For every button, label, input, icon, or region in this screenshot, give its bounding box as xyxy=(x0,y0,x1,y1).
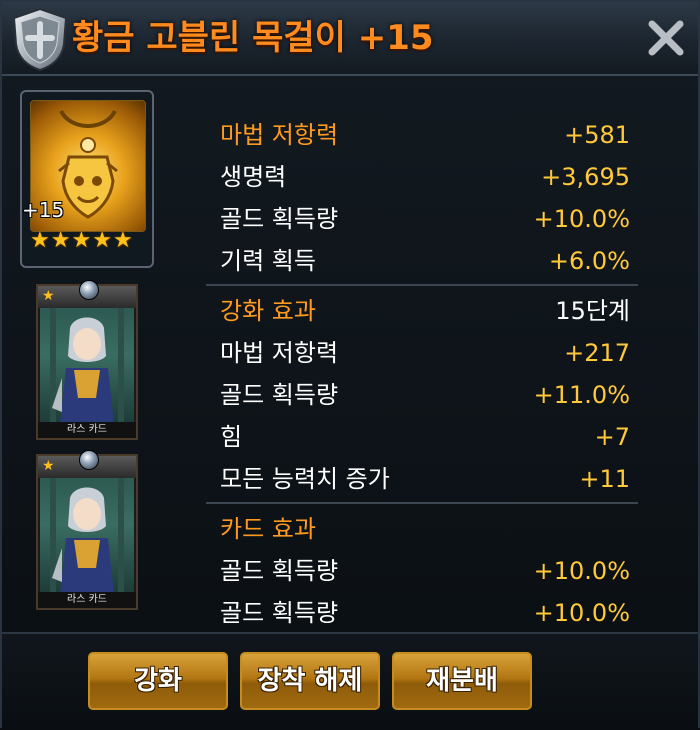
star-rating: ★ ★ ★ ★ ★ xyxy=(30,228,148,254)
enhance-button[interactable]: 강화 xyxy=(88,652,228,710)
unequip-button[interactable]: 장착 해제 xyxy=(240,652,380,710)
enhance-effect-header: 강화 효과 15단계 xyxy=(206,290,638,332)
stat-value: +10.0% xyxy=(533,599,630,624)
stat-label: 마법 저항력 xyxy=(220,121,339,149)
stat-label: 생명력 xyxy=(220,163,287,191)
stat-row: 기력 획득 +6.0% xyxy=(206,240,638,282)
item-enhance-level: +15 xyxy=(22,198,65,222)
star-icon: ★ xyxy=(50,228,71,253)
orb-icon xyxy=(79,450,99,470)
stat-value: +11.0% xyxy=(533,381,630,409)
stat-label: 모든 능력치 증가 xyxy=(220,465,390,493)
stat-row: 골드 획득량 +11.0% xyxy=(206,374,638,416)
card-character-image xyxy=(40,478,134,594)
close-icon[interactable] xyxy=(644,16,688,60)
stat-row: 마법 저항력 +217 xyxy=(206,332,638,374)
stat-row: 골드 획득량 +10.0% xyxy=(206,550,638,592)
orb-icon xyxy=(79,280,99,300)
card-name: 라스 카드 xyxy=(38,592,136,608)
item-title: 황금 고블린 목걸이 +15 xyxy=(72,18,434,58)
stat-label: 힘 xyxy=(220,423,243,451)
stat-row: 마법 저항력 +581 xyxy=(206,114,638,156)
stat-row: 모든 능력치 증가 +11 xyxy=(206,458,638,500)
stats-list[interactable]: 마법 저항력 +581 생명력 +3,695 골드 획득량 +10.0% 기력 … xyxy=(206,114,638,624)
stat-label: 골드 획득량 xyxy=(220,381,339,409)
stat-value: +7 xyxy=(594,423,630,451)
stat-row: 골드 획득량 +10.0% xyxy=(206,592,638,624)
stat-label: 골드 획득량 xyxy=(220,557,339,585)
stat-label: 골드 획득량 xyxy=(220,205,339,233)
star-icon: ★ xyxy=(71,228,92,253)
item-detail-window: 황금 고블린 목걸이 +15 +15 ★ ★ ★ ★ ★ ★ 라스 카드 ★ 라… xyxy=(0,0,700,730)
stat-value: +6.0% xyxy=(548,247,630,275)
star-icon: ★ xyxy=(92,228,112,253)
stat-row: 힘 +7 xyxy=(206,416,638,458)
stat-row: 골드 획득량 +10.0% xyxy=(206,198,638,240)
stat-value: +10.0% xyxy=(533,557,630,585)
card-slot-2[interactable]: ★ 라스 카드 xyxy=(36,450,138,610)
section-title: 강화 효과 xyxy=(220,297,316,325)
section-divider xyxy=(206,284,638,286)
title-bar: 황금 고블린 목걸이 +15 xyxy=(2,2,698,76)
stat-label: 기력 획득 xyxy=(220,247,316,275)
stat-label: 골드 획득량 xyxy=(220,599,339,624)
star-icon: ★ xyxy=(42,458,55,474)
enhance-stage: 15단계 xyxy=(555,297,630,325)
stat-value: +11 xyxy=(579,465,630,493)
stat-label: 마법 저항력 xyxy=(220,339,339,367)
card-effect-header: 카드 효과 xyxy=(206,508,638,550)
card-character-image xyxy=(40,308,134,424)
stat-value: +581 xyxy=(564,121,630,149)
star-icon: ★ xyxy=(42,288,55,304)
stat-value: +10.0% xyxy=(533,205,630,233)
stat-value: +217 xyxy=(564,339,630,367)
stat-row: 생명력 +3,695 xyxy=(206,156,638,198)
star-icon: ★ xyxy=(30,228,50,253)
shield-icon xyxy=(12,7,68,72)
section-divider xyxy=(206,502,638,504)
card-slot-1[interactable]: ★ 라스 카드 xyxy=(36,280,138,440)
star-icon: ★ xyxy=(112,228,133,253)
card-name: 라스 카드 xyxy=(38,422,136,438)
redistribute-button[interactable]: 재분배 xyxy=(392,652,532,710)
stat-value: +3,695 xyxy=(541,163,630,191)
section-title: 카드 효과 xyxy=(220,515,316,543)
